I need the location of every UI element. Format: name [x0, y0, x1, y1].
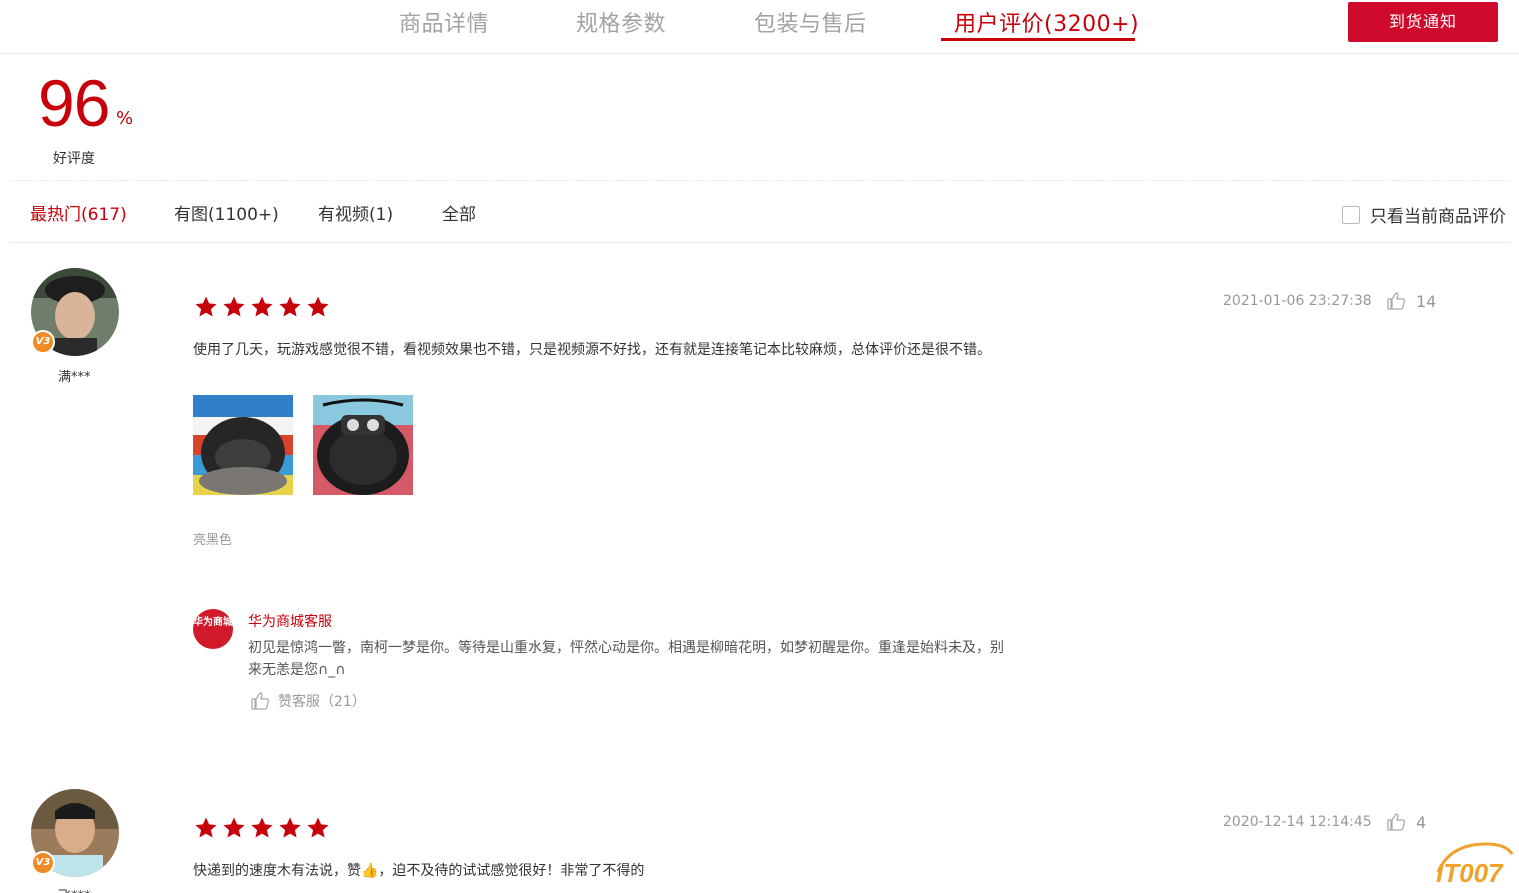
reviewer-name: 飞***: [58, 885, 91, 893]
review-text: 快递到的速度木有法说，赞👍，迫不及待的试试感觉很好！非常了不得的: [193, 863, 645, 879]
filter-with-video[interactable]: 有视频(1): [318, 200, 393, 225]
active-tab-indicator: [941, 38, 1135, 41]
filter-with-images[interactable]: 有图(1100+): [174, 200, 279, 225]
star-icon: [279, 817, 301, 838]
review-time: 2021-01-06 23:27:38: [1223, 293, 1372, 309]
tab-packaging-after-sales[interactable]: 包装与售后: [754, 6, 867, 38]
thumbs-up-icon: [1387, 813, 1406, 831]
tab-user-reviews[interactable]: 用户评价(3200+): [954, 6, 1139, 38]
review-time: 2020-12-14 12:14:45: [1223, 814, 1372, 830]
like-count: 4: [1416, 812, 1427, 832]
vmall-logo: 华为商城: [193, 609, 233, 649]
only-current-label: 只看当前商品评价: [1370, 207, 1506, 227]
like-service-label: 赞客服（21）: [278, 694, 366, 710]
filter-all[interactable]: 全部: [442, 200, 476, 225]
star-icon: [251, 296, 273, 317]
review-photo[interactable]: [193, 395, 293, 495]
filter-hottest[interactable]: 最热门(617): [30, 200, 127, 225]
star-rating: [194, 295, 330, 319]
vip-level-badge: V3: [31, 851, 55, 875]
svg-text:IT007: IT007: [1436, 858, 1504, 888]
star-icon: [307, 296, 329, 317]
positive-rate-label: 好评度: [53, 151, 95, 167]
thumbs-up-icon: [251, 692, 270, 710]
star-icon: [279, 296, 301, 317]
only-current-product-toggle[interactable]: 只看当前商品评价: [1342, 202, 1506, 227]
tab-specifications[interactable]: 规格参数: [576, 6, 666, 38]
review-text: 使用了几天，玩游戏感觉很不错，看视频效果也不错，只是视频源不好找，还有就是连接笔…: [193, 342, 991, 358]
reply-author: 华为商城客服: [248, 614, 332, 630]
arrival-notify-button[interactable]: 到货通知: [1348, 2, 1498, 42]
positive-rate-unit: %: [116, 108, 134, 129]
divider: [10, 180, 1510, 181]
like-button[interactable]: 4: [1386, 812, 1426, 832]
thumbs-up-icon: [1387, 292, 1406, 310]
vip-level-badge: V3: [31, 330, 55, 354]
star-icon: [251, 817, 273, 838]
star-icon: [223, 817, 245, 838]
reply-text: 初见是惊鸿一瞥，南柯一梦是你。等待是山重水复，怦然心动是你。相遇是柳暗花明，如梦…: [248, 640, 1004, 678]
watermark-logo: IT007: [1430, 838, 1516, 888]
reviewer-name: 满***: [58, 370, 91, 385]
star-icon: [195, 296, 217, 317]
tab-bar: 商品详情 规格参数 包装与售后 用户评价(3200+) 到货通知: [0, 0, 1519, 54]
like-button[interactable]: 14: [1386, 291, 1436, 311]
only-current-checkbox[interactable]: [1342, 205, 1360, 224]
product-spec: 亮黑色: [193, 533, 233, 548]
review-photo[interactable]: [313, 395, 413, 495]
like-service-button[interactable]: 赞客服（21）: [250, 691, 366, 711]
star-rating: [194, 816, 330, 840]
divider: [10, 242, 1510, 243]
tab-product-details[interactable]: 商品详情: [399, 6, 489, 38]
star-icon: [223, 296, 245, 317]
positive-rate-value: 96: [38, 66, 110, 140]
star-icon: [307, 817, 329, 838]
star-icon: [195, 817, 217, 838]
like-count: 14: [1416, 291, 1437, 311]
